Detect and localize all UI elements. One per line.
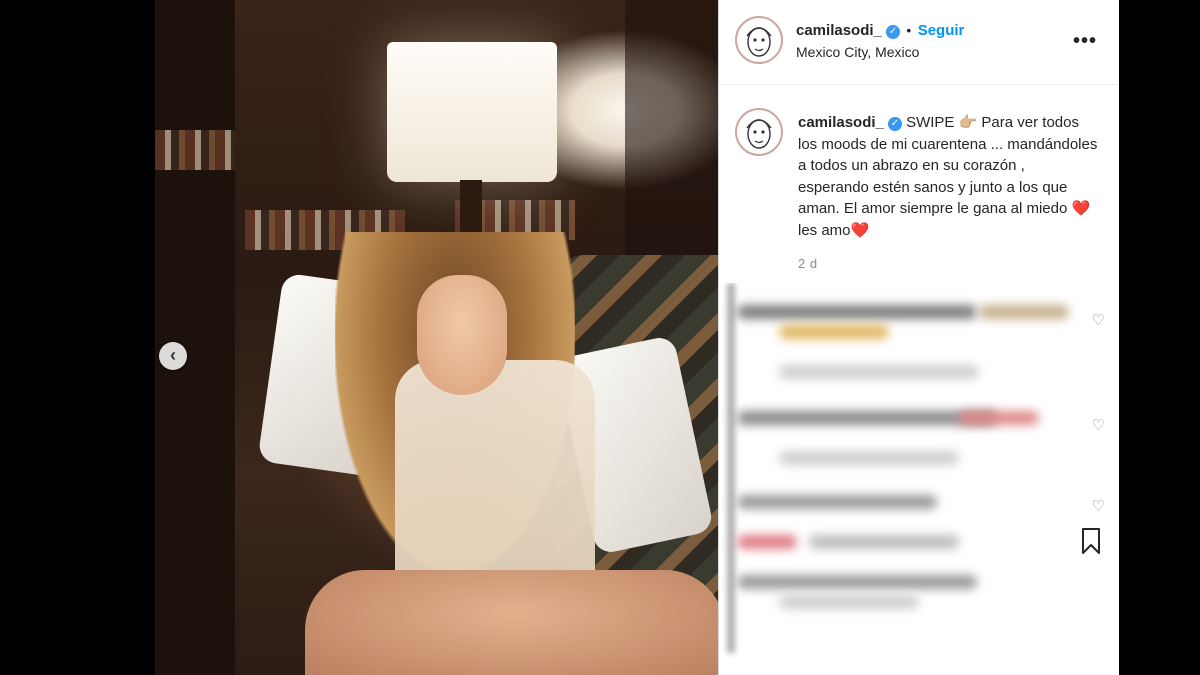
comment-scroll-edge bbox=[727, 283, 735, 653]
books-row bbox=[155, 130, 235, 170]
lamp-base bbox=[460, 180, 482, 240]
comment-blur bbox=[737, 305, 977, 319]
username[interactable]: camilasodi_ bbox=[796, 22, 882, 39]
comment-blur bbox=[779, 325, 889, 339]
comment-blur bbox=[959, 411, 1039, 425]
person-face bbox=[417, 275, 507, 395]
comment-blur bbox=[779, 365, 979, 379]
more-options-icon[interactable]: ••• bbox=[1073, 30, 1097, 53]
follow-separator: • bbox=[906, 22, 912, 38]
post-side-panel: camilasodi_ ✓ • Seguir Mexico City, Mexic… bbox=[718, 0, 1119, 675]
comment-blur bbox=[737, 411, 997, 425]
caption-text: SWIPE 👉🏼 Para ver todos los moods de mi … bbox=[798, 114, 1098, 239]
lamp-shade bbox=[387, 42, 557, 182]
heart-icon[interactable]: ♡ bbox=[1092, 497, 1105, 515]
avatar-sketch-icon bbox=[746, 119, 772, 149]
comment-blur bbox=[779, 451, 959, 465]
verified-badge-icon: ✓ bbox=[885, 25, 900, 39]
comments-list-blurred: ♡ ♡ ♡ bbox=[719, 283, 1119, 675]
post-header: camilasodi_ ✓ • Seguir Mexico City, Mexic… bbox=[719, 0, 1119, 85]
avatar-sketch-icon bbox=[746, 27, 772, 57]
post-caption: camilasodi_ ✓ SWIPE 👉🏼 Para ver todos los… bbox=[798, 112, 1098, 241]
heart-icon[interactable]: ♡ bbox=[1092, 416, 1105, 434]
avatar[interactable] bbox=[735, 16, 783, 64]
chevron-left-icon[interactable]: ‹ bbox=[159, 342, 187, 370]
caption-username[interactable]: camilasodi_ bbox=[798, 114, 884, 131]
comment-blur bbox=[737, 575, 977, 589]
verified-badge-icon: ✓ bbox=[887, 117, 902, 131]
post-timestamp[interactable]: 2 d bbox=[798, 256, 818, 271]
comment-blur bbox=[737, 495, 937, 509]
caption-avatar[interactable] bbox=[735, 108, 783, 156]
follow-button[interactable]: Seguir bbox=[918, 22, 965, 39]
person-legs bbox=[305, 570, 718, 675]
comment-blur bbox=[779, 595, 919, 609]
location-link[interactable]: Mexico City, Mexico bbox=[796, 44, 919, 60]
comment-blur bbox=[979, 305, 1069, 319]
bookmark-icon[interactable] bbox=[1081, 527, 1101, 560]
comment-blur bbox=[737, 535, 797, 549]
header-title-row: camilasodi_ ✓ • Seguir bbox=[796, 22, 964, 40]
bookshelf-left bbox=[155, 0, 235, 675]
heart-icon[interactable]: ♡ bbox=[1092, 311, 1105, 329]
comment-blur bbox=[809, 535, 959, 549]
post-photo[interactable] bbox=[155, 0, 718, 675]
